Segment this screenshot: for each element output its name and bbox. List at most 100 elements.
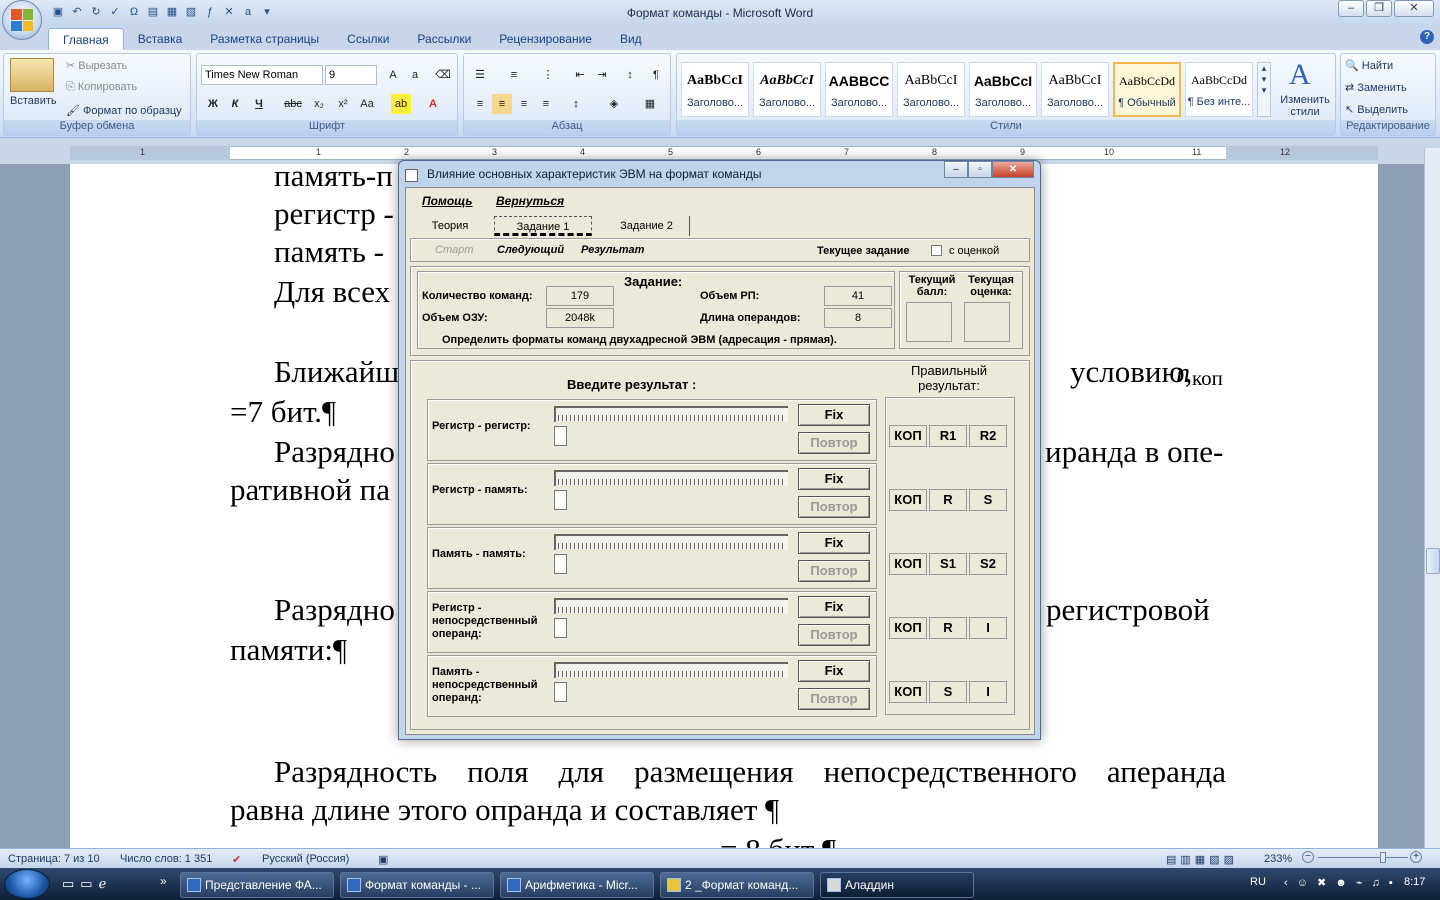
menu-return[interactable]: Вернуться: [496, 194, 564, 208]
shading-icon[interactable]: ◈: [604, 94, 624, 114]
tab-theory[interactable]: Теория: [424, 216, 476, 236]
highlight-icon[interactable]: ab: [391, 94, 411, 114]
taskbar-item[interactable]: Арифметика - Micr...: [500, 872, 654, 898]
word-count[interactable]: Число слов: 1 351: [120, 853, 212, 865]
language-bar[interactable]: RU: [1250, 876, 1266, 888]
quick-launch-icons[interactable]: ▭▭ℯ: [62, 876, 112, 892]
bit-ruler[interactable]: [554, 662, 788, 678]
tray-icons[interactable]: ‹ ☺ ✖ ☻ ⌁ ♫ ▪: [1284, 876, 1396, 889]
answer-field[interactable]: [554, 490, 567, 510]
tab-home[interactable]: Главная: [48, 28, 124, 50]
italic-icon[interactable]: К: [225, 94, 245, 114]
repeat-button[interactable]: Повтор: [798, 432, 870, 454]
decrease-indent-icon[interactable]: ⇤: [570, 65, 590, 85]
zoom-in-icon[interactable]: +: [1410, 851, 1422, 863]
clock[interactable]: 8:17: [1404, 876, 1425, 888]
sort-icon[interactable]: ↕: [620, 65, 640, 85]
subscript-icon[interactable]: x₂: [309, 94, 329, 114]
answer-field[interactable]: [554, 618, 567, 638]
style-heading-1[interactable]: AaBbCcI Заголово...: [681, 62, 749, 117]
language-indicator[interactable]: Русский (Россия): [262, 853, 349, 865]
bit-ruler[interactable]: [554, 598, 788, 614]
style-heading-6[interactable]: AaBbCcI Заголово...: [1041, 62, 1109, 117]
fix-button[interactable]: Fix: [798, 532, 870, 554]
bullets-icon[interactable]: ☰: [470, 65, 490, 85]
font-color-icon[interactable]: A: [423, 94, 443, 114]
zoom-slider[interactable]: − +: [1302, 851, 1424, 865]
grow-font-icon[interactable]: A: [383, 65, 403, 85]
style-heading-4[interactable]: AaBbCcI Заголово...: [897, 62, 965, 117]
tab-task-1[interactable]: Задание 1: [494, 216, 592, 236]
change-styles-icon[interactable]: A: [1289, 58, 1311, 92]
justify-icon[interactable]: ≡: [536, 94, 556, 114]
multilevel-list-icon[interactable]: ⋮: [538, 65, 558, 85]
office-button[interactable]: [2, 0, 42, 40]
style-heading-3[interactable]: AABBCC Заголово...: [825, 62, 893, 117]
taskbar-item[interactable]: Представление ФА...: [180, 872, 334, 898]
scroll-thumb[interactable]: [1426, 548, 1440, 574]
repeat-button[interactable]: Повтор: [798, 560, 870, 582]
underline-icon[interactable]: Ч: [249, 94, 269, 114]
style-heading-5[interactable]: AaBbCcI Заголово...: [969, 62, 1037, 117]
style-normal[interactable]: AaBbCcDd ¶ Обычный: [1113, 62, 1181, 117]
align-left-icon[interactable]: ≡: [470, 94, 490, 114]
zoom-level[interactable]: 233%: [1264, 853, 1292, 865]
font-name-field[interactable]: Times New Roman: [201, 65, 323, 85]
bold-icon[interactable]: Ж: [203, 94, 223, 114]
pilcrow-icon[interactable]: ¶: [646, 65, 666, 85]
borders-icon[interactable]: ▦: [640, 94, 660, 114]
strikethrough-icon[interactable]: abc: [283, 94, 303, 114]
increase-indent-icon[interactable]: ⇥: [592, 65, 612, 85]
replace-button[interactable]: ⇄ Заменить: [1345, 81, 1407, 94]
taskbar-item[interactable]: Формат команды - ...: [340, 872, 494, 898]
tab-mailings[interactable]: Рассылки: [403, 28, 485, 50]
paste-icon[interactable]: [10, 58, 54, 92]
bit-ruler[interactable]: [554, 470, 788, 486]
taskbar-item[interactable]: 2 _Формат команд...: [660, 872, 814, 898]
format-painter-button[interactable]: 🖌 Формат по образцу: [66, 104, 182, 117]
bit-ruler[interactable]: [554, 406, 788, 422]
clear-format-icon[interactable]: ⌫: [433, 65, 453, 85]
fix-button[interactable]: Fix: [798, 596, 870, 618]
close-icon[interactable]: ✕: [1394, 0, 1434, 17]
change-case-icon[interactable]: Aa: [357, 94, 377, 114]
style-no-spacing[interactable]: AaBbCcDd ¶ Без инте...: [1185, 62, 1253, 117]
numbering-icon[interactable]: ≡: [504, 65, 524, 85]
tab-insert[interactable]: Вставка: [124, 28, 197, 50]
select-button[interactable]: ↖ Выделить: [1345, 103, 1408, 116]
zoom-thumb[interactable]: [1380, 852, 1386, 863]
answer-field[interactable]: [554, 682, 567, 702]
repeat-button[interactable]: Повтор: [798, 496, 870, 518]
answer-field[interactable]: [554, 554, 567, 574]
styles-scroll-icon[interactable]: ▴ ▾ ▾: [1257, 62, 1271, 117]
fix-button[interactable]: Fix: [798, 404, 870, 426]
start-button[interactable]: Старт: [435, 244, 473, 256]
bit-ruler[interactable]: [554, 534, 788, 550]
tab-page-layout[interactable]: Разметка страницы: [196, 28, 333, 50]
paste-button[interactable]: Вставить: [10, 95, 57, 107]
fix-button[interactable]: Fix: [798, 660, 870, 682]
line-spacing-icon[interactable]: ↕: [566, 94, 586, 114]
result-button[interactable]: Результат: [581, 244, 644, 256]
minimize-icon[interactable]: –: [1338, 0, 1364, 17]
vertical-scrollbar[interactable]: [1424, 148, 1440, 848]
align-right-icon[interactable]: ≡: [514, 94, 534, 114]
help-icon[interactable]: ?: [1420, 30, 1434, 44]
view-buttons[interactable]: ▤▥▦▧▨: [1166, 853, 1238, 866]
fix-button[interactable]: Fix: [798, 468, 870, 490]
align-center-icon[interactable]: ≡: [492, 94, 512, 114]
find-button[interactable]: 🔍 Найти: [1345, 59, 1393, 72]
tab-view[interactable]: Вид: [606, 28, 656, 50]
dialog-maximize-icon[interactable]: ▫: [968, 161, 992, 178]
font-size-field[interactable]: 9: [325, 65, 377, 85]
zoom-out-icon[interactable]: −: [1302, 851, 1314, 863]
copy-button[interactable]: ⎘ Копировать: [66, 81, 137, 94]
dialog-close-icon[interactable]: ✕: [992, 161, 1034, 178]
start-button[interactable]: [4, 869, 50, 899]
tab-references[interactable]: Ссылки: [333, 28, 403, 50]
next-button[interactable]: Следующий: [497, 244, 564, 256]
quick-launch-more-icon[interactable]: »: [160, 874, 167, 888]
repeat-button[interactable]: Повтор: [798, 688, 870, 710]
style-heading-2[interactable]: AaBbCcI Заголово...: [753, 62, 821, 117]
repeat-button[interactable]: Повтор: [798, 624, 870, 646]
